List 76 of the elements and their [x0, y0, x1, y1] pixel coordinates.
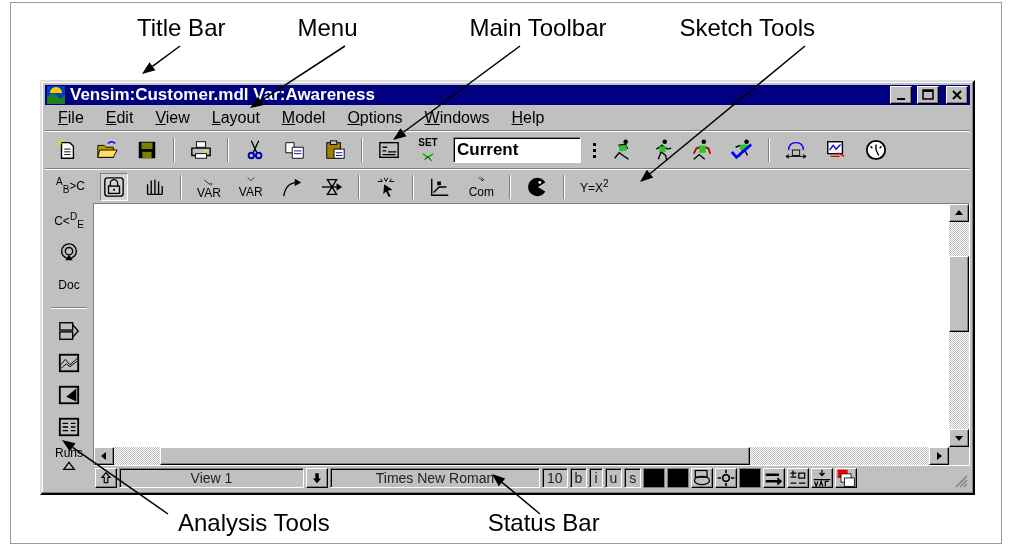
window-title: Vensim:Customer.mdl Var:Awareness	[70, 85, 376, 105]
tree-icon	[58, 320, 80, 342]
callout-label: Status Bar	[487, 509, 600, 537]
runner-icon	[691, 139, 713, 161]
up-arrow-icon	[955, 210, 963, 216]
run-name-field[interactable]: Current	[453, 137, 581, 163]
color-swatch[interactable]	[739, 468, 762, 488]
windows-icon	[836, 468, 857, 488]
scroll-thumb[interactable]	[949, 256, 969, 332]
right-arrow-icon	[936, 452, 942, 460]
status-button[interactable]	[787, 468, 810, 488]
pacman-icon	[525, 175, 548, 198]
maximize-button[interactable]	[917, 86, 939, 104]
sensitivity-graph-icon	[58, 384, 80, 406]
format-toggle[interactable]: u	[604, 468, 623, 488]
down-arrow-icon	[955, 435, 963, 441]
triangle-icon	[62, 459, 76, 471]
status-button[interactable]	[691, 468, 714, 488]
minimize-icon	[897, 97, 905, 100]
up-arrow-icon	[99, 471, 113, 485]
tool-button[interactable]	[100, 172, 129, 201]
app-icon	[47, 86, 65, 104]
status-button[interactable]	[763, 468, 786, 488]
format-toggle[interactable]: s	[624, 468, 642, 488]
callout-label: Sketch Tools	[679, 14, 816, 42]
scroll-thumb[interactable]	[160, 447, 750, 465]
maximize-icon	[922, 89, 934, 101]
leader-arrow	[492, 474, 541, 515]
menu-item[interactable]: Options	[336, 108, 414, 127]
close-button[interactable]	[946, 86, 968, 104]
menu-item[interactable]: Edit	[94, 108, 145, 127]
view-field[interactable]: View 1	[119, 468, 304, 488]
variable-icon	[812, 468, 833, 488]
color-swatch[interactable]	[643, 468, 666, 488]
status-button[interactable]	[715, 468, 738, 488]
callout-label: Main Toolbar	[469, 14, 607, 42]
menu-item[interactable]: Model	[270, 108, 337, 127]
toolbar-grip[interactable]	[593, 142, 596, 158]
color-swatch[interactable]	[667, 468, 690, 488]
menu-item[interactable]: File	[47, 108, 95, 127]
menu-item[interactable]: Help	[500, 108, 556, 127]
callout-label: Analysis Tools	[178, 509, 330, 537]
horizontal-scrollbar[interactable]	[94, 447, 949, 465]
tool-button[interactable]: SET	[415, 136, 441, 164]
cycle-icon	[785, 139, 807, 161]
status-button[interactable]	[95, 468, 117, 488]
callout-label: Menu	[297, 14, 358, 42]
left-arrow-icon	[101, 452, 107, 460]
close-icon	[952, 90, 962, 100]
runner-icon	[731, 139, 753, 161]
copy-icon	[284, 139, 306, 161]
format-toggle[interactable]: 10	[542, 468, 568, 488]
menu-item[interactable]: Layout	[200, 108, 271, 127]
leader-arrow	[142, 45, 181, 74]
callout-label: Title Bar	[137, 14, 226, 42]
folder-icon	[96, 139, 118, 161]
vertical-scrollbar[interactable]	[949, 204, 969, 447]
position-icon	[716, 468, 737, 488]
font-field[interactable]: Times New Roman	[330, 468, 540, 488]
shape-icon	[692, 468, 713, 488]
lock-icon	[103, 175, 126, 198]
status-button[interactable]	[835, 468, 858, 488]
printer-icon	[190, 139, 212, 161]
clipboard-icon	[324, 139, 346, 161]
status-button[interactable]	[811, 468, 834, 488]
gauge-icon	[865, 139, 887, 161]
status-button[interactable]	[306, 468, 328, 488]
format-toggle[interactable]: i	[589, 468, 603, 488]
form-icon	[378, 139, 400, 161]
table-icon	[58, 416, 80, 438]
resize-grip[interactable]	[954, 474, 968, 488]
menu-item[interactable]: View	[144, 108, 201, 127]
menu-item[interactable]: Windows	[413, 108, 501, 127]
minimize-button[interactable]	[890, 86, 912, 104]
line-graph-icon	[58, 352, 80, 374]
format-toggle[interactable]: b	[569, 468, 588, 488]
